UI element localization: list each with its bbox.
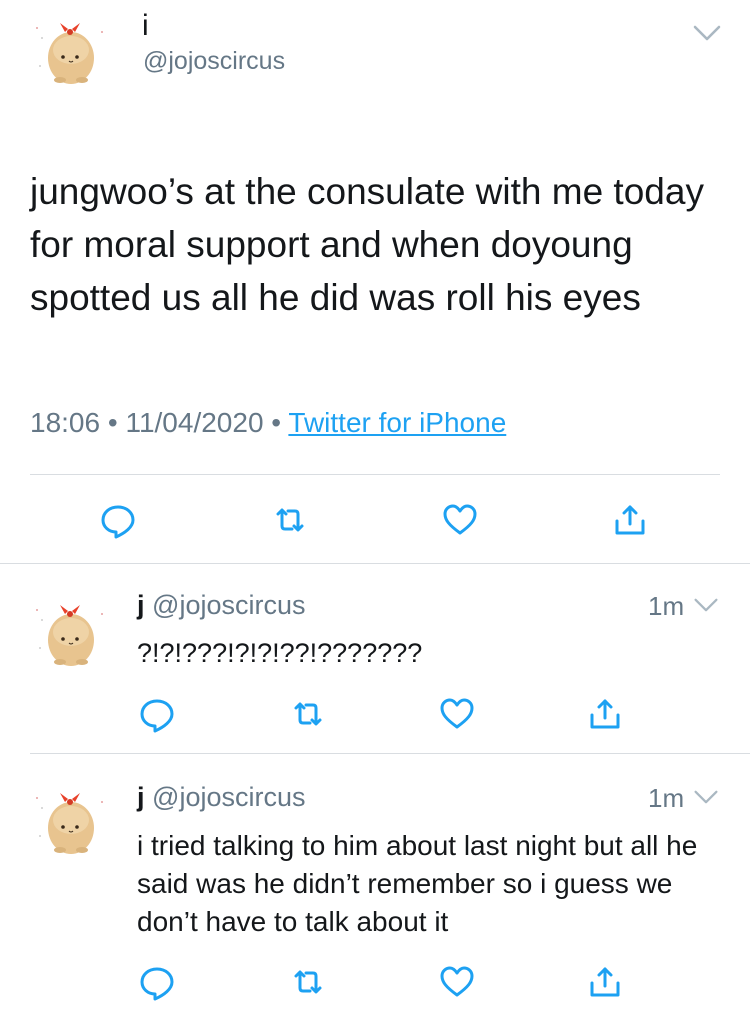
reply-header: j @jojoscircus: [137, 588, 305, 622]
reply-icon[interactable]: [98, 500, 138, 540]
share-icon[interactable]: [610, 500, 650, 540]
timestamp: 1m: [648, 591, 685, 621]
chevron-down-icon[interactable]: [693, 597, 719, 613]
tweet-date: 11/04/2020: [125, 407, 264, 438]
display-name[interactable]: i: [142, 8, 149, 44]
reply-icon[interactable]: [137, 962, 177, 1002]
handle[interactable]: @jojoscircus: [152, 782, 305, 812]
avatar[interactable]: [28, 592, 112, 676]
handle[interactable]: @jojoscircus: [143, 46, 285, 76]
reply-header: j @jojoscircus: [137, 780, 305, 814]
chevron-down-icon[interactable]: [692, 24, 722, 42]
timestamp: 1m: [648, 783, 685, 813]
like-icon[interactable]: [440, 500, 480, 540]
tweet-text: jungwoo’s at the consulate with me today…: [30, 171, 704, 318]
divider: [0, 563, 750, 564]
reply-icon[interactable]: [137, 694, 177, 734]
share-icon[interactable]: [585, 694, 625, 734]
handle[interactable]: @jojoscircus: [152, 590, 305, 620]
separator: •: [107, 407, 118, 438]
retweet-icon[interactable]: [288, 962, 328, 1002]
reply-text: i tried talking to him about last night …: [137, 830, 698, 937]
separator: •: [271, 407, 282, 438]
share-icon[interactable]: [585, 962, 625, 1002]
divider: [30, 753, 750, 754]
tweet-meta: 18:06 • 11/04/2020 • Twitter for iPhone: [30, 405, 506, 441]
source-link[interactable]: Twitter for iPhone: [288, 407, 506, 438]
like-icon[interactable]: [437, 694, 477, 734]
display-name[interactable]: j: [137, 590, 145, 620]
like-icon[interactable]: [437, 962, 477, 1002]
chevron-down-icon[interactable]: [693, 789, 719, 805]
avatar[interactable]: [28, 780, 112, 864]
divider: [30, 474, 720, 475]
tweet-time: 18:06: [30, 407, 101, 438]
retweet-icon[interactable]: [270, 500, 310, 540]
retweet-icon[interactable]: [288, 694, 328, 734]
avatar[interactable]: [28, 10, 112, 94]
reply-text: ?!?!???!?!?!??!???????: [137, 638, 423, 668]
display-name[interactable]: j: [137, 782, 145, 812]
